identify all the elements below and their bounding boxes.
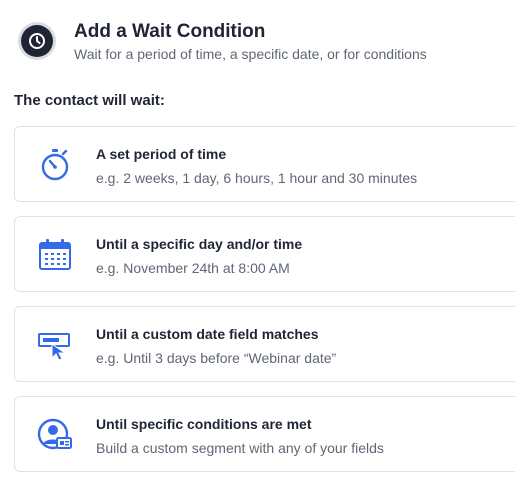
option-description: Build a custom segment with any of your … <box>96 440 384 456</box>
contact-card-icon <box>37 417 73 453</box>
clock-badge <box>18 22 56 60</box>
dialog-subtitle: Wait for a period of time, a specific da… <box>74 46 427 62</box>
option-custom-date-field[interactable]: Until a custom date field matches e.g. U… <box>14 306 515 382</box>
option-description: e.g. November 24th at 8:00 AM <box>96 260 290 276</box>
option-title: Until specific conditions are met <box>96 416 312 432</box>
stopwatch-icon <box>37 147 73 183</box>
dialog-title: Add a Wait Condition <box>74 21 266 42</box>
option-description: e.g. 2 weeks, 1 day, 6 hours, 1 hour and… <box>96 170 418 186</box>
clock-icon <box>29 33 45 49</box>
option-specific-conditions[interactable]: Until specific conditions are met Build … <box>14 396 515 472</box>
option-description: e.g. Until 3 days before “Webinar date” <box>96 350 337 366</box>
date-field-cursor-icon <box>37 327 73 363</box>
option-title: Until a specific day and/or time <box>96 236 303 252</box>
option-specific-day-time[interactable]: Until a specific day and/or time e.g. No… <box>14 216 515 292</box>
option-set-period-of-time[interactable]: A set period of time e.g. 2 weeks, 1 day… <box>14 126 515 202</box>
option-title: Until a custom date field matches <box>96 326 319 342</box>
dialog-header: Add a Wait Condition Wait for a period o… <box>18 20 515 68</box>
option-title: A set period of time <box>96 146 227 162</box>
section-label: The contact will wait: <box>14 92 165 109</box>
calendar-icon <box>37 237 73 273</box>
